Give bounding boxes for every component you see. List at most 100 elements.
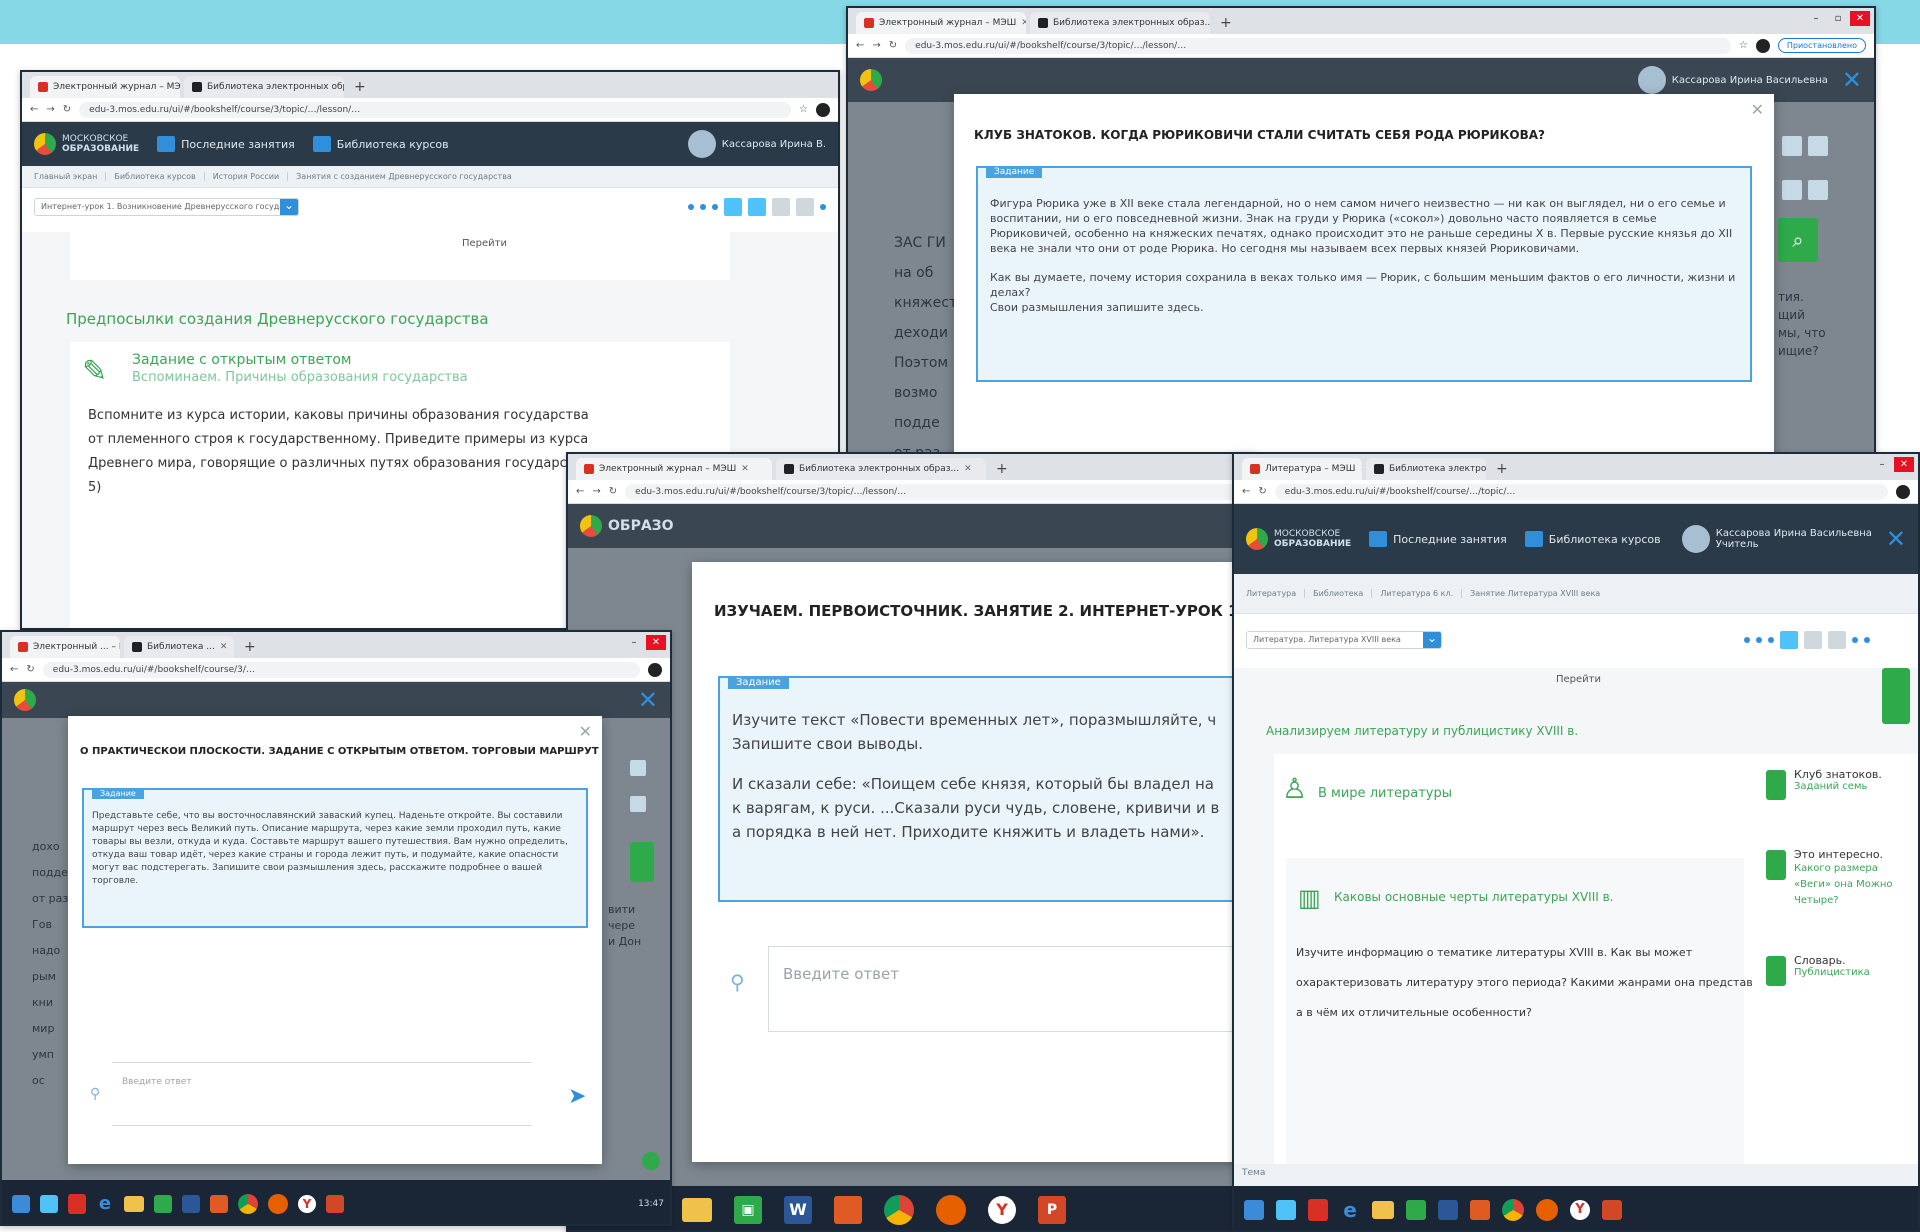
reload-icon[interactable]: ↻ bbox=[889, 40, 897, 51]
right-tool-green[interactable] bbox=[1882, 668, 1910, 724]
go-button[interactable]: Перейти bbox=[1556, 674, 1601, 685]
store-icon[interactable] bbox=[154, 1195, 172, 1213]
back-arrow-icon[interactable]: ← bbox=[856, 40, 864, 51]
maximize-icon[interactable]: ▫ bbox=[1828, 11, 1848, 26]
powerpoint-icon[interactable] bbox=[326, 1195, 344, 1213]
brand-logo[interactable]: МОСКОВСКОЕ ОБРАЗОВАНИЕ bbox=[34, 133, 139, 155]
new-tab-button[interactable]: + bbox=[238, 639, 262, 658]
folder-icon[interactable] bbox=[1372, 1201, 1394, 1219]
profile-avatar[interactable] bbox=[816, 102, 830, 117]
back-arrow-icon[interactable]: ← bbox=[576, 486, 584, 497]
tool-icon[interactable] bbox=[1808, 180, 1828, 200]
close-icon[interactable]: ✕ bbox=[638, 686, 658, 714]
side-item-club[interactable]: Клуб знатоков. Заданий семь bbox=[1766, 768, 1916, 800]
minimize-icon[interactable]: – bbox=[624, 635, 644, 650]
view-toggle-button[interactable] bbox=[724, 198, 742, 216]
close-window-icon[interactable]: ✕ bbox=[1850, 11, 1870, 26]
yandex-icon[interactable]: Y bbox=[1570, 1200, 1590, 1220]
lesson-item-title[interactable]: В мире литературы bbox=[1318, 786, 1452, 801]
new-tab-button[interactable]: + bbox=[990, 461, 1014, 480]
folder-icon[interactable] bbox=[124, 1196, 144, 1212]
view-toggle-button[interactable] bbox=[1780, 631, 1798, 649]
word-icon[interactable]: W bbox=[784, 1196, 812, 1224]
tab-library[interactable]: Библиотека электронных образ...✕ bbox=[184, 76, 344, 98]
yandex-icon[interactable]: Y bbox=[298, 1195, 316, 1213]
user-menu[interactable]: Кассарова Ирина Васильевна Учитель ✕ bbox=[1681, 525, 1906, 553]
paused-profile-button[interactable]: Приостановлено bbox=[1777, 38, 1866, 53]
nav-course-library[interactable]: Библиотека курсов bbox=[312, 136, 449, 152]
office-icon[interactable] bbox=[210, 1195, 228, 1213]
tab-library[interactable]: Библиотека ... ✕ bbox=[124, 636, 234, 658]
pdf-app-icon[interactable] bbox=[1308, 1199, 1328, 1221]
reload-icon[interactable]: ↻ bbox=[63, 104, 71, 115]
chrome-icon[interactable] bbox=[238, 1194, 258, 1214]
user-menu[interactable]: Кассарова Ирина В. bbox=[687, 130, 826, 158]
taskview-icon[interactable] bbox=[1276, 1200, 1296, 1220]
send-arrow-icon[interactable]: ➤ bbox=[568, 1084, 586, 1109]
control-dot-icon[interactable] bbox=[1852, 637, 1858, 643]
profile-avatar[interactable] bbox=[1896, 484, 1910, 499]
profile-avatar[interactable] bbox=[648, 662, 662, 677]
side-item-interesting[interactable]: Это интересно. Какого размера «Веги» она… bbox=[1766, 848, 1916, 909]
control-dot-icon[interactable] bbox=[1864, 637, 1870, 643]
breadcrumb-item[interactable]: Литература bbox=[1246, 589, 1306, 598]
tool-icon[interactable] bbox=[630, 760, 646, 776]
close-modal-icon[interactable]: ✕ bbox=[579, 722, 592, 741]
close-modal-icon[interactable]: ✕ bbox=[1751, 100, 1764, 119]
pdf-app-icon[interactable] bbox=[68, 1194, 86, 1214]
powerpoint-icon[interactable] bbox=[1602, 1200, 1622, 1220]
taskview-icon[interactable] bbox=[40, 1195, 58, 1213]
breadcrumb-item[interactable]: Занятие Литература XVIII века bbox=[1470, 589, 1608, 598]
attach-icon[interactable]: ⚲ bbox=[90, 1086, 100, 1102]
close-tab-icon[interactable]: ✕ bbox=[1021, 18, 1026, 28]
new-tab-button[interactable]: + bbox=[348, 79, 372, 98]
office-icon[interactable] bbox=[834, 1196, 862, 1224]
lesson-subitem-title[interactable]: Каковы основные черты литературы XVIII в… bbox=[1334, 890, 1613, 904]
control-dot-icon[interactable] bbox=[1756, 637, 1762, 643]
brand-logo[interactable] bbox=[14, 689, 36, 711]
tool-icon[interactable] bbox=[630, 796, 646, 812]
url-field[interactable]: edu-3.mos.edu.ru/ui/#/bookshelf/course/3… bbox=[905, 37, 1731, 54]
control-dot-icon[interactable] bbox=[700, 204, 706, 210]
yandex-icon[interactable]: Y bbox=[988, 1196, 1016, 1224]
minimize-icon[interactable]: – bbox=[1872, 457, 1892, 472]
close-tab-icon[interactable]: ✕ bbox=[220, 642, 228, 652]
system-clock[interactable]: 13:47 bbox=[638, 1199, 664, 1209]
ie-browser-icon[interactable]: e bbox=[96, 1194, 114, 1214]
close-tab-icon[interactable]: ✕ bbox=[1360, 464, 1362, 474]
windows-start-icon[interactable] bbox=[12, 1195, 30, 1213]
tab-journal[interactable]: Электронный журнал – МЭШ ✕ bbox=[576, 458, 772, 480]
brand-logo[interactable]: МОСКОВСКОЕ ОБРАЗОВАНИЕ bbox=[1246, 528, 1351, 550]
close-window-icon[interactable]: ✕ bbox=[646, 635, 666, 650]
new-tab-button[interactable]: + bbox=[1490, 461, 1514, 480]
store-icon[interactable]: ▣ bbox=[734, 1196, 762, 1224]
help-pin[interactable] bbox=[642, 1152, 660, 1170]
word-icon[interactable] bbox=[182, 1195, 200, 1213]
breadcrumb-item[interactable]: Главный экран bbox=[34, 172, 107, 181]
back-arrow-icon[interactable]: ← bbox=[30, 104, 38, 115]
tool-icon[interactable] bbox=[1808, 136, 1828, 156]
windows-start-icon[interactable] bbox=[1244, 1200, 1264, 1220]
search-fab[interactable] bbox=[630, 842, 654, 882]
tab-journal[interactable]: Электронный ... – МЭШ✕ bbox=[10, 636, 120, 658]
reload-icon[interactable]: ↻ bbox=[26, 664, 34, 675]
nav-recent-lessons[interactable]: Последние занятия bbox=[157, 136, 295, 152]
url-field[interactable]: edu-3.mos.edu.ru/ui/#/bookshelf/course/…… bbox=[1274, 483, 1888, 500]
chrome-icon[interactable] bbox=[1502, 1199, 1524, 1221]
tab-library[interactable]: Библиотека электронных...✕ bbox=[1366, 458, 1486, 480]
task-title[interactable]: Задание с открытым ответом bbox=[132, 352, 351, 368]
tab-library[interactable]: Библиотека электронных образ...✕ bbox=[776, 458, 986, 480]
powerpoint-icon[interactable]: P bbox=[1038, 1196, 1066, 1224]
view-toggle-button[interactable] bbox=[1828, 631, 1846, 649]
view-toggle-button[interactable] bbox=[772, 198, 790, 216]
tab-journal[interactable]: Литература – МЭШ ✕ bbox=[1242, 458, 1362, 480]
back-arrow-icon[interactable]: ← bbox=[1242, 486, 1250, 497]
breadcrumb-item[interactable]: История России bbox=[213, 172, 289, 181]
brand-logo[interactable]: ОБРАЗО bbox=[580, 515, 674, 537]
breadcrumb-item[interactable]: Литература 6 кл. bbox=[1380, 589, 1463, 598]
star-icon[interactable]: ☆ bbox=[1739, 40, 1748, 51]
firefox-icon[interactable] bbox=[936, 1195, 966, 1225]
answer-input[interactable]: Введите ответ bbox=[768, 946, 1254, 1032]
forward-arrow-icon[interactable]: → bbox=[872, 40, 880, 51]
close-tab-icon[interactable]: ✕ bbox=[964, 464, 972, 474]
